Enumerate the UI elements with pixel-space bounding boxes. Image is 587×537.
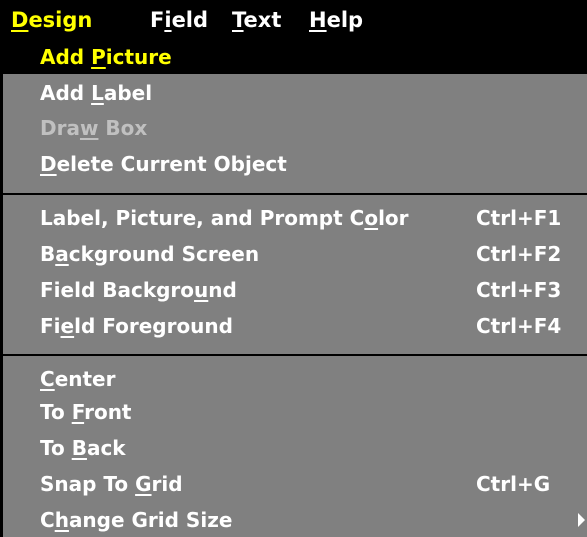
label-post: Box bbox=[98, 116, 148, 140]
menu-design-key: D bbox=[11, 8, 29, 32]
design-dropdown-menu: Add Picture Add Label Draw Box Delete Cu… bbox=[0, 40, 587, 537]
label-post: abel bbox=[103, 81, 153, 105]
menu-help-post: elp bbox=[326, 8, 364, 32]
menu-separator bbox=[0, 354, 587, 356]
label-key: e bbox=[60, 314, 75, 338]
menu-item-delete-current-object[interactable]: Delete Current Object bbox=[0, 147, 587, 181]
label-pre: Add bbox=[40, 81, 92, 105]
label-pre: Dra bbox=[40, 116, 80, 140]
menu-text-post: ext bbox=[243, 8, 282, 32]
menu-field-pre: F bbox=[150, 8, 165, 32]
label-pre: C bbox=[40, 508, 55, 532]
label-key: B bbox=[71, 436, 87, 460]
menu-text-key: T bbox=[232, 8, 244, 32]
label-post: icture bbox=[105, 45, 172, 69]
menu-item-label: Label, Picture, and Prompt Color bbox=[40, 201, 409, 235]
label-key: F bbox=[71, 400, 85, 424]
menu-item-snap-to-grid[interactable]: Snap To Grid Ctrl+G bbox=[0, 467, 587, 501]
label-key: h bbox=[54, 508, 69, 532]
menu-field-post: eld bbox=[171, 8, 209, 32]
menu-item-label: Center bbox=[40, 362, 115, 396]
menu-item-to-back[interactable]: To Back bbox=[0, 431, 587, 465]
label-pre: Label, Picture, and Prompt C bbox=[40, 206, 365, 230]
menu-item-shortcut: Ctrl+F4 bbox=[476, 314, 562, 338]
label-post: enter bbox=[54, 367, 116, 391]
label-pre: Field Backgro bbox=[40, 278, 195, 302]
menu-design-post: esign bbox=[28, 8, 93, 32]
label-key: P bbox=[91, 45, 106, 69]
label-post: ld Foreground bbox=[74, 314, 233, 338]
menu-item-shortcut: Ctrl+G bbox=[476, 472, 551, 496]
menu-field[interactable]: Field bbox=[150, 2, 208, 38]
label-post: ront bbox=[84, 400, 132, 424]
label-post: elete Current Object bbox=[56, 152, 287, 176]
menu-field-key: i bbox=[164, 8, 172, 32]
label-pre: B bbox=[40, 242, 56, 266]
menu-left-border bbox=[0, 40, 3, 537]
label-pre: To bbox=[40, 436, 72, 460]
label-pre: To bbox=[40, 400, 72, 424]
menu-item-label: Background Screen bbox=[40, 237, 259, 271]
menu-bar: Design Field Text Help bbox=[0, 0, 587, 40]
menu-help[interactable]: Help bbox=[309, 2, 363, 38]
menu-item-label: Snap To Grid bbox=[40, 467, 183, 501]
label-key: a bbox=[55, 242, 69, 266]
label-key: w bbox=[79, 116, 99, 140]
submenu-arrow-icon bbox=[578, 513, 585, 527]
menu-item-label: To Back bbox=[40, 431, 126, 465]
menu-item-prompt-color[interactable]: Label, Picture, and Prompt Color Ctrl+F1 bbox=[0, 201, 587, 235]
menu-help-key: H bbox=[309, 8, 327, 32]
menu-item-label: Add Label bbox=[40, 76, 152, 110]
menu-item-label: Change Grid Size bbox=[40, 503, 232, 537]
menu-item-shortcut: Ctrl+F3 bbox=[476, 278, 562, 302]
label-post: nd bbox=[208, 278, 237, 302]
menu-item-shortcut: Ctrl+F2 bbox=[476, 242, 562, 266]
menu-text[interactable]: Text bbox=[232, 2, 281, 38]
menu-item-shortcut: Ctrl+F1 bbox=[476, 206, 562, 230]
menu-item-label: To Front bbox=[40, 395, 132, 429]
menu-item-draw-box: Draw Box bbox=[0, 111, 587, 145]
menu-item-field-background[interactable]: Field Background Ctrl+F3 bbox=[0, 273, 587, 307]
label-pre: Add bbox=[40, 45, 92, 69]
menu-item-label: Draw Box bbox=[40, 111, 147, 145]
label-post: rid bbox=[151, 472, 183, 496]
label-post: lor bbox=[378, 206, 409, 230]
menu-item-add-label[interactable]: Add Label bbox=[0, 76, 587, 110]
label-key: D bbox=[40, 152, 57, 176]
label-key: u bbox=[194, 278, 209, 302]
menu-design[interactable]: Design bbox=[11, 2, 92, 38]
menu-item-add-picture[interactable]: Add Picture bbox=[0, 40, 587, 74]
menu-item-label: Field Background bbox=[40, 273, 237, 307]
label-post: ange Grid Size bbox=[68, 508, 233, 532]
label-key: o bbox=[364, 206, 379, 230]
menu-item-field-foreground[interactable]: Field Foreground Ctrl+F4 bbox=[0, 309, 587, 343]
menu-item-label: Delete Current Object bbox=[40, 147, 287, 181]
menu-item-to-front[interactable]: To Front bbox=[0, 395, 587, 429]
label-post: ack bbox=[86, 436, 126, 460]
label-key: C bbox=[40, 367, 55, 391]
menu-item-label: Add Picture bbox=[40, 40, 172, 74]
label-pre: Fi bbox=[40, 314, 61, 338]
label-key: L bbox=[91, 81, 104, 105]
menu-item-change-grid-size[interactable]: Change Grid Size bbox=[0, 503, 587, 537]
menu-item-background-screen[interactable]: Background Screen Ctrl+F2 bbox=[0, 237, 587, 271]
menu-item-center[interactable]: Center bbox=[0, 362, 587, 396]
menu-separator bbox=[0, 193, 587, 195]
menu-item-label: Field Foreground bbox=[40, 309, 233, 343]
label-key: G bbox=[135, 472, 152, 496]
label-post: ckground Screen bbox=[68, 242, 260, 266]
label-pre: Snap To bbox=[40, 472, 136, 496]
